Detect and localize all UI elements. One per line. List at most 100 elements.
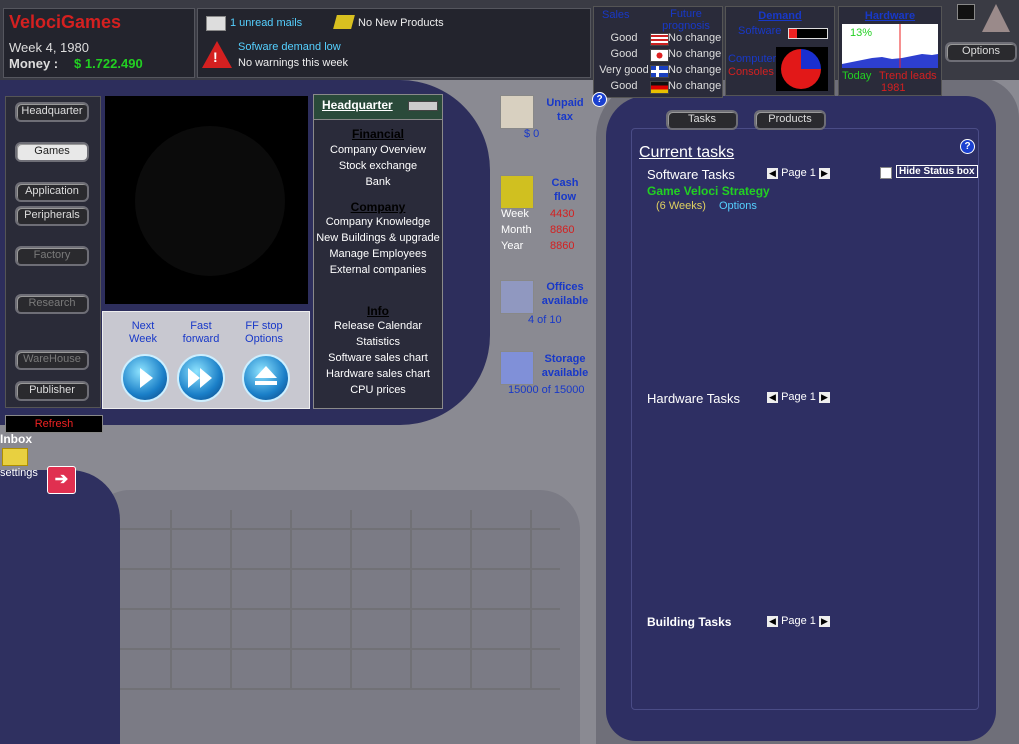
company-logo-icon bbox=[982, 4, 1010, 32]
hq-manage-employees[interactable]: Manage Employees bbox=[314, 248, 442, 260]
nordic-flag-icon bbox=[650, 65, 669, 78]
software-demand-bar bbox=[788, 28, 828, 39]
next-week-label: Next Week bbox=[115, 320, 171, 346]
de-flag-icon bbox=[650, 81, 669, 94]
us-flag-icon bbox=[650, 33, 669, 46]
company-name: VelociGames bbox=[9, 12, 122, 32]
prognosis-row-4: No change bbox=[668, 80, 722, 92]
tab-products[interactable]: Products bbox=[754, 110, 826, 130]
tab-tasks[interactable]: Tasks bbox=[666, 110, 738, 130]
help-icon[interactable]: ? bbox=[592, 92, 607, 107]
menu-peripherals[interactable]: Peripherals bbox=[15, 206, 89, 226]
inbox-mail-icon[interactable] bbox=[2, 448, 28, 466]
hq-bank[interactable]: Bank bbox=[314, 176, 442, 188]
fast-forward-icon-2 bbox=[200, 368, 212, 388]
menu-application[interactable]: Application bbox=[15, 182, 89, 202]
hq-panel-close-icon[interactable] bbox=[408, 101, 438, 111]
tasks-help-icon[interactable]: ? bbox=[960, 139, 975, 154]
ff-stop-label: FF stop Options bbox=[236, 320, 292, 346]
hq-section-financial: Financial bbox=[351, 127, 404, 141]
new-products-icon bbox=[333, 15, 355, 29]
hide-status-label[interactable]: Hide Status box bbox=[896, 165, 978, 178]
viewport-watermark bbox=[135, 126, 285, 276]
software-page-label: Page 1 bbox=[781, 167, 816, 179]
hardware-page-label: Page 1 bbox=[781, 391, 816, 403]
software-page-next-icon[interactable]: ▶ bbox=[819, 167, 830, 179]
prognosis-row-2: No change bbox=[668, 48, 722, 60]
hardware-page-prev-icon[interactable]: ◀ bbox=[767, 391, 778, 403]
hardware-percent: 13% bbox=[850, 27, 873, 39]
building-page-prev-icon[interactable]: ◀ bbox=[767, 615, 778, 627]
hide-status-checkbox[interactable] bbox=[880, 167, 892, 179]
menu-publisher[interactable]: Publisher bbox=[15, 381, 89, 401]
hq-cpu-prices[interactable]: CPU prices bbox=[314, 384, 442, 396]
hardware-box: Hardware 13% Today Trend leads 1981 bbox=[838, 6, 942, 96]
task-weeks: (6 Weeks) bbox=[656, 200, 706, 212]
hq-company-knowledge[interactable]: Company Knowledge bbox=[314, 216, 442, 228]
play-icon bbox=[140, 368, 153, 388]
hq-software-sales-chart[interactable]: Software sales chart bbox=[314, 352, 442, 364]
sales-row-1: Good bbox=[610, 32, 638, 44]
warning-text: No warnings this week bbox=[238, 57, 349, 69]
jp-flag-icon bbox=[650, 49, 669, 62]
cash-month-value: 8860 bbox=[550, 224, 575, 236]
menu-research[interactable]: Research bbox=[15, 294, 89, 314]
menu-games[interactable]: Games bbox=[15, 142, 89, 162]
demand-box: Demand Software Computer Consoles bbox=[725, 6, 835, 96]
hq-statistics[interactable]: Statistics bbox=[314, 336, 442, 348]
software-pager: ◀ Page 1 ▶ bbox=[767, 167, 830, 179]
eject-icon bbox=[255, 366, 277, 378]
window-icon[interactable] bbox=[957, 4, 975, 20]
office-desk-icon bbox=[500, 280, 534, 314]
menu-factory[interactable]: Factory bbox=[15, 246, 89, 266]
options-button[interactable]: Options bbox=[945, 42, 1017, 62]
sales-row-4: Good bbox=[610, 80, 638, 92]
menu-headquarter[interactable]: Headquarter bbox=[15, 102, 89, 122]
hq-panel-titlebar: Headquarter bbox=[314, 95, 442, 120]
money-label: Money : bbox=[9, 56, 59, 71]
hq-company-overview[interactable]: Company Overview bbox=[314, 144, 442, 156]
fast-forward-button[interactable] bbox=[177, 354, 225, 402]
eject-icon-bar bbox=[255, 381, 277, 385]
hq-section-info: Info bbox=[367, 304, 389, 318]
handshake-icon bbox=[500, 95, 534, 129]
demand-consoles: Consoles bbox=[728, 66, 774, 78]
demand-title[interactable]: Demand bbox=[726, 10, 834, 22]
ff-stop-label-2: Options bbox=[245, 333, 283, 345]
current-tasks-title: Current tasks bbox=[639, 144, 735, 161]
cash-flow-label: Cash flow bbox=[551, 177, 579, 203]
office-viewport[interactable] bbox=[105, 96, 308, 304]
hardware-trend-chart: 13% bbox=[842, 24, 938, 68]
hq-hardware-sales-chart[interactable]: Hardware sales chart bbox=[314, 368, 442, 380]
storage-value: 15000 of 15000 bbox=[508, 384, 585, 396]
cash-month-label: Month bbox=[501, 224, 532, 236]
cash-week-label: Week bbox=[501, 208, 529, 220]
office-floor-plan bbox=[110, 510, 560, 690]
task-name[interactable]: Game Veloci Strategy bbox=[647, 184, 770, 198]
messages-box: 1 unread mails No New Products ! Sofware… bbox=[197, 8, 591, 78]
building-page-next-icon[interactable]: ▶ bbox=[819, 615, 830, 627]
cash-year-label: Year bbox=[501, 240, 524, 252]
headquarter-panel: Headquarter Financial Company Overview S… bbox=[313, 94, 443, 409]
next-week-button[interactable] bbox=[121, 354, 169, 402]
new-products-status: No New Products bbox=[358, 17, 444, 29]
exit-arrow-icon[interactable]: ➔ bbox=[47, 466, 76, 494]
software-page-prev-icon[interactable]: ◀ bbox=[767, 167, 778, 179]
hq-external-companies[interactable]: External companies bbox=[314, 264, 442, 276]
hq-new-buildings[interactable]: New Buildings & upgrade bbox=[314, 232, 442, 244]
demand-pie-chart bbox=[781, 49, 821, 89]
hq-stock-exchange[interactable]: Stock exchange bbox=[314, 160, 442, 172]
menu-warehouse[interactable]: WareHouse bbox=[15, 350, 89, 370]
hardware-title[interactable]: Hardware bbox=[839, 10, 941, 22]
ff-stop-button[interactable] bbox=[242, 354, 290, 402]
refresh-button[interactable]: Refresh bbox=[5, 415, 103, 433]
mail-icon[interactable] bbox=[206, 16, 226, 31]
building-tasks-header: Building Tasks bbox=[647, 615, 732, 629]
hq-release-calendar[interactable]: Release Calendar bbox=[314, 320, 442, 332]
fast-forward-label-1: Fast bbox=[190, 320, 212, 332]
hardware-page-next-icon[interactable]: ▶ bbox=[819, 391, 830, 403]
settings-label[interactable]: settings bbox=[0, 467, 38, 479]
sales-box: Sales Future prognosis Good No change Go… bbox=[593, 6, 723, 98]
unread-mails[interactable]: 1 unread mails bbox=[230, 17, 302, 29]
task-options[interactable]: Options bbox=[719, 200, 757, 212]
